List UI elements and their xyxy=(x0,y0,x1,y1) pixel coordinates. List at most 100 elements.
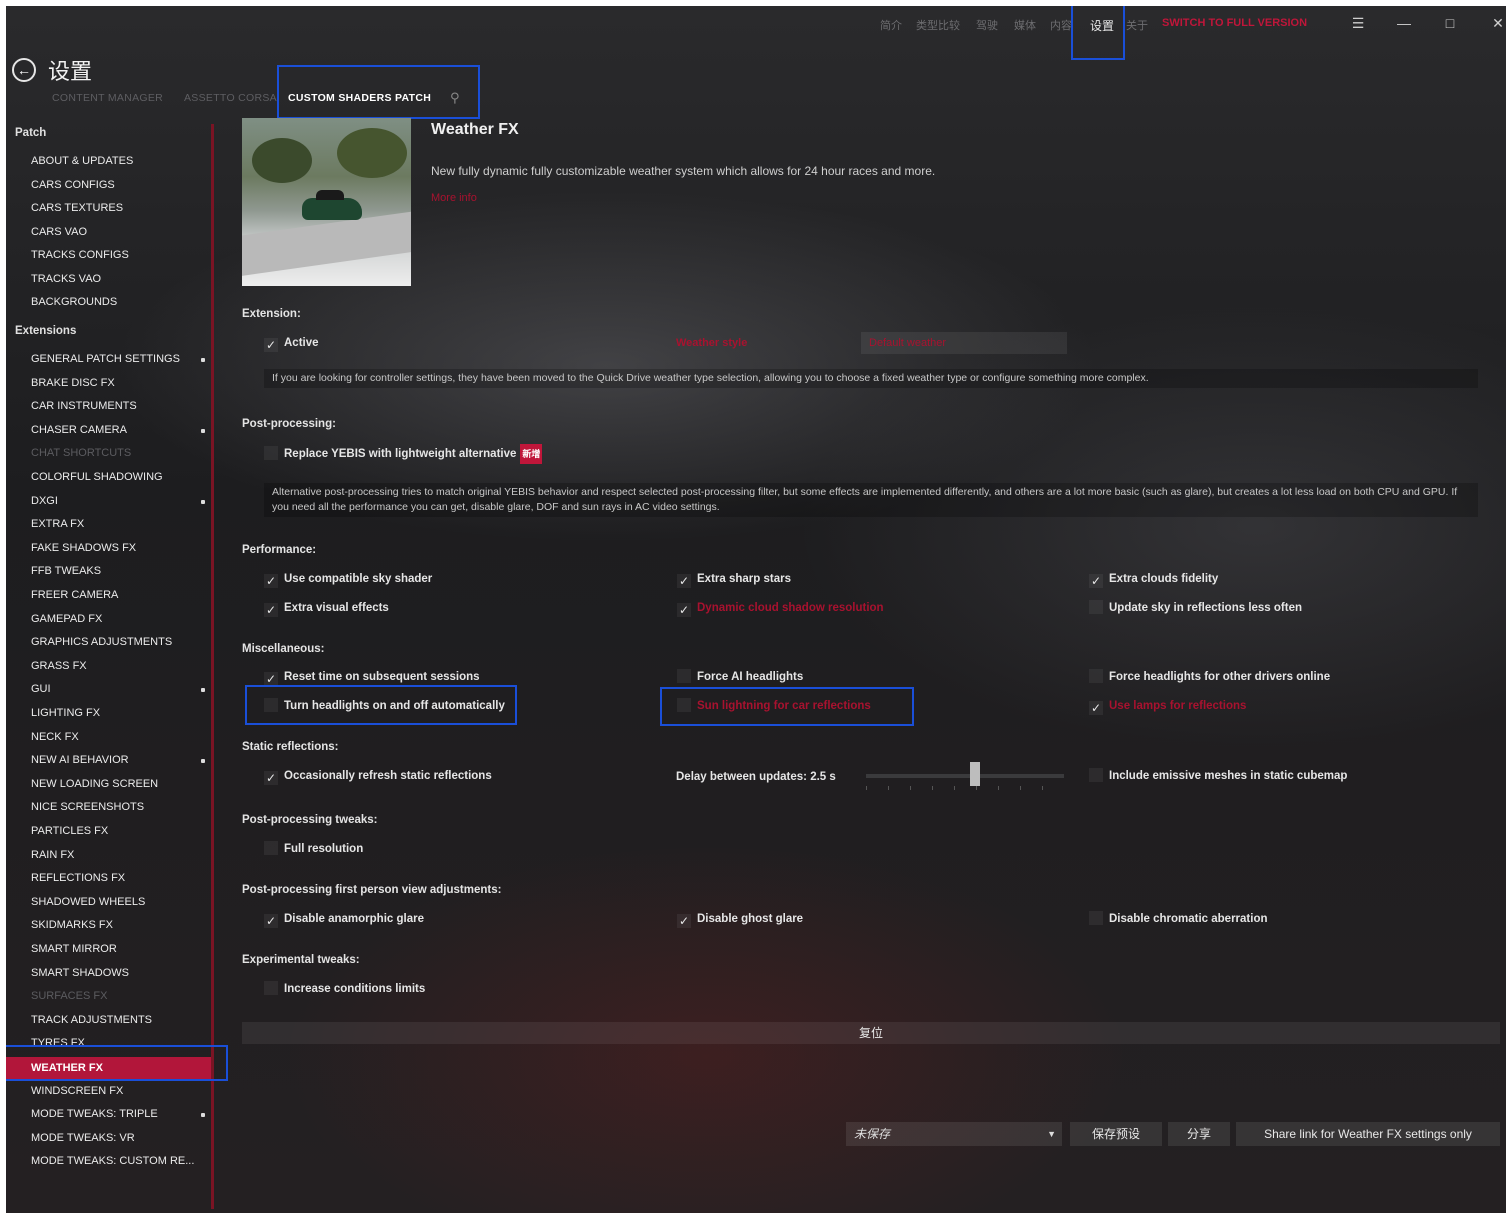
sidebar-item[interactable]: REFLECTIONS FX xyxy=(31,872,125,884)
sidebar-item[interactable]: MODE TWEAKS: CUSTOM RE... xyxy=(31,1155,194,1167)
reset-time-checkbox[interactable]: ✓ Reset time on subsequent sessions xyxy=(264,668,480,686)
sidebar-item[interactable]: MODE TWEAKS: TRIPLE xyxy=(31,1108,158,1120)
sidebar-dot-indicator xyxy=(201,358,205,362)
force-ai-headlights-checkbox[interactable]: Force AI headlights xyxy=(677,668,803,686)
increase-limits-checkbox[interactable]: Increase conditions limits xyxy=(264,980,425,998)
weather-style-dropdown[interactable]: Default weather xyxy=(861,332,1067,354)
active-label: Active xyxy=(284,337,319,349)
nav-item-compare[interactable]: 类型比较 xyxy=(916,17,960,33)
active-checkbox[interactable]: ✓ Active xyxy=(264,334,319,352)
dynamic-cloud-shadow-checkbox[interactable]: ✓ Dynamic cloud shadow resolution xyxy=(677,599,884,617)
check-icon: ✓ xyxy=(677,603,691,617)
compatible-sky-checkbox[interactable]: ✓ Use compatible sky shader xyxy=(264,570,432,588)
sidebar-item[interactable]: NICE SCREENSHOTS xyxy=(31,801,144,813)
full-resolution-checkbox[interactable]: Full resolution xyxy=(264,840,363,858)
checkbox-empty xyxy=(1089,911,1103,925)
sidebar-item[interactable]: TRACKS CONFIGS xyxy=(31,249,129,261)
option-label: Reset time on subsequent sessions xyxy=(284,671,480,683)
notification-icon[interactable]: ☰ xyxy=(1346,12,1370,34)
option-label: Extra clouds fidelity xyxy=(1109,573,1219,585)
sidebar-item[interactable]: WINDSCREEN FX xyxy=(31,1085,123,1097)
sidebar-item[interactable]: SHADOWED WHEELS xyxy=(31,896,145,908)
close-icon[interactable]: ✕ xyxy=(1486,12,1506,34)
app-window: 简介 类型比较 驾驶 媒体 内容 设置 关于 SWITCH TO FULL VE… xyxy=(6,6,1506,1213)
delay-slider-track[interactable] xyxy=(866,774,1064,778)
extra-clouds-fidelity-checkbox[interactable]: ✓ Extra clouds fidelity xyxy=(1089,570,1218,588)
update-sky-reflections-checkbox[interactable]: Update sky in reflections less often xyxy=(1089,599,1302,617)
emissive-meshes-checkbox[interactable]: Include emissive meshes in static cubema… xyxy=(1089,767,1347,785)
sidebar-item[interactable]: GRASS FX xyxy=(31,660,87,672)
save-preset-button[interactable]: 保存预设 xyxy=(1070,1122,1162,1146)
back-arrow-icon[interactable]: ← xyxy=(12,58,36,82)
sidebar-item[interactable]: PARTICLES FX xyxy=(31,825,108,837)
extra-visual-effects-checkbox[interactable]: ✓ Extra visual effects xyxy=(264,599,389,617)
force-headlights-online-checkbox[interactable]: Force headlights for other drivers onlin… xyxy=(1089,668,1330,686)
sidebar-item[interactable]: MODE TWEAKS: VR xyxy=(31,1132,135,1144)
minimize-icon[interactable]: — xyxy=(1392,12,1416,34)
share-button[interactable]: 分享 xyxy=(1168,1122,1230,1146)
option-label: Use compatible sky shader xyxy=(284,573,433,585)
sidebar-item[interactable]: COLORFUL SHADOWING xyxy=(31,471,163,483)
sidebar-item[interactable]: CAR INSTRUMENTS xyxy=(31,400,137,412)
checkbox-empty xyxy=(264,446,278,460)
switch-full-version-link[interactable]: SWITCH TO FULL VERSION xyxy=(1162,17,1307,29)
sidebar-item[interactable]: FAKE SHADOWS FX xyxy=(31,542,136,554)
sidebar-item[interactable]: BRAKE DISC FX xyxy=(31,377,115,389)
sidebar-item[interactable]: CHAT SHORTCUTS xyxy=(31,447,131,459)
sidebar-item[interactable]: CARS CONFIGS xyxy=(31,179,115,191)
delay-slider-thumb[interactable] xyxy=(969,762,980,786)
nav-item-content[interactable]: 内容 xyxy=(1050,17,1072,33)
sidebar-item[interactable]: FFB TWEAKS xyxy=(31,565,101,577)
sidebar-item[interactable]: ABOUT & UPDATES xyxy=(31,155,133,167)
sidebar-item[interactable]: GUI xyxy=(31,683,51,695)
check-icon: ✓ xyxy=(677,574,691,588)
checkbox-empty xyxy=(264,981,278,995)
sidebar-item[interactable]: LIGHTING FX xyxy=(31,707,100,719)
sidebar-item[interactable]: GENERAL PATCH SETTINGS xyxy=(31,353,180,365)
nav-item-drive[interactable]: 驾驶 xyxy=(976,17,998,33)
disable-anamorphic-glare-checkbox[interactable]: ✓ Disable anamorphic glare xyxy=(264,910,424,928)
option-label: Force AI headlights xyxy=(697,671,804,683)
sidebar-item[interactable]: NEW AI BEHAVIOR xyxy=(31,754,129,766)
delay-slider-ticks xyxy=(866,786,1064,790)
title-bar: 简介 类型比较 驾驶 媒体 内容 设置 关于 SWITCH TO FULL VE… xyxy=(6,6,1506,40)
preset-select[interactable]: 未保存 ▼ xyxy=(846,1122,1062,1146)
sidebar-item[interactable]: TRACKS VAO xyxy=(31,273,101,285)
nav-item-media[interactable]: 媒体 xyxy=(1014,17,1036,33)
sidebar-item[interactable]: CARS TEXTURES xyxy=(31,202,123,214)
postprocessing-note: Alternative post-processing tries to mat… xyxy=(264,483,1478,517)
tab-content-manager[interactable]: CONTENT MANAGER xyxy=(52,92,163,104)
disable-ghost-glare-checkbox[interactable]: ✓ Disable ghost glare xyxy=(677,910,803,928)
sidebar-item[interactable]: CHASER CAMERA xyxy=(31,424,127,436)
lamps-reflections-checkbox[interactable]: ✓ Use lamps for reflections xyxy=(1089,697,1246,715)
sidebar-item[interactable]: GRAPHICS ADJUSTMENTS xyxy=(31,636,172,648)
sidebar-item[interactable]: SMART MIRROR xyxy=(31,943,117,955)
extra-sharp-stars-checkbox[interactable]: ✓ Extra sharp stars xyxy=(677,570,791,588)
nav-item-about[interactable]: 关于 xyxy=(1126,17,1148,33)
highlight-weather-fx xyxy=(6,1045,228,1081)
sidebar-item[interactable]: EXTRA FX xyxy=(31,518,84,530)
sidebar-item[interactable]: FREER CAMERA xyxy=(31,589,118,601)
sidebar-item[interactable]: RAIN FX xyxy=(31,849,74,861)
refresh-static-reflections-checkbox[interactable]: ✓ Occasionally refresh static reflections xyxy=(264,767,492,785)
share-link-button[interactable]: Share link for Weather FX settings only xyxy=(1236,1122,1500,1146)
replace-yebis-checkbox[interactable]: Replace YEBIS with lightweight alternati… xyxy=(264,444,543,464)
sidebar-item[interactable]: TRACK ADJUSTMENTS xyxy=(31,1014,152,1026)
reset-button[interactable]: 复位 xyxy=(242,1022,1500,1044)
nav-item-intro[interactable]: 简介 xyxy=(880,17,902,33)
sidebar-item[interactable]: BACKGROUNDS xyxy=(31,296,117,308)
sidebar-head-patch: Patch xyxy=(15,127,47,139)
sidebar-item[interactable]: NEW LOADING SCREEN xyxy=(31,778,158,790)
sidebar-item[interactable]: NECK FX xyxy=(31,731,79,743)
sidebar-item[interactable]: SURFACES FX xyxy=(31,990,107,1002)
more-info-link[interactable]: More info xyxy=(431,192,477,204)
disable-chromatic-aberration-checkbox[interactable]: Disable chromatic aberration xyxy=(1089,910,1268,928)
tab-assetto-corsa[interactable]: ASSETTO CORSA xyxy=(184,92,277,104)
maximize-icon[interactable]: □ xyxy=(1438,12,1462,34)
chevron-down-icon: ▼ xyxy=(1047,1129,1056,1139)
sidebar-item[interactable]: SKIDMARKS FX xyxy=(31,919,113,931)
sidebar-item[interactable]: DXGI xyxy=(31,495,58,507)
sidebar-item[interactable]: GAMEPAD FX xyxy=(31,613,102,625)
sidebar-item[interactable]: SMART SHADOWS xyxy=(31,967,129,979)
sidebar-item[interactable]: CARS VAO xyxy=(31,226,87,238)
